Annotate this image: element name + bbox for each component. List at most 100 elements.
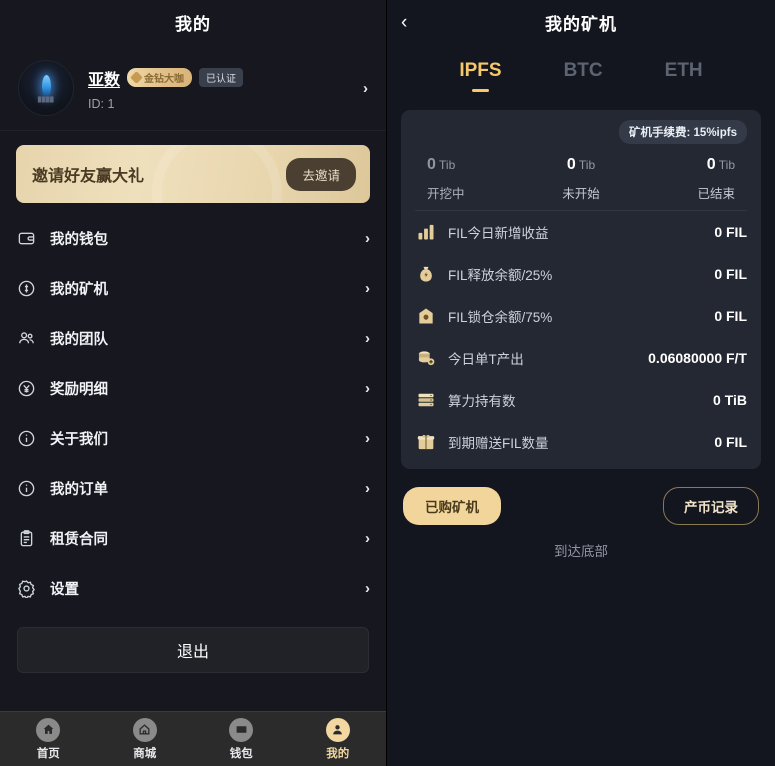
user-id: ID: 1: [88, 96, 115, 111]
profile-panel: 我的 ████ 亚数 金钻大咖 已认证 ID: 1 › 邀请好友赢大礼 去邀请 …: [0, 0, 387, 766]
miner-page-title: 我的矿机: [545, 14, 617, 34]
sidebar-item-label: 我的订单: [50, 481, 108, 498]
sidebar-item-label: 我的矿机: [50, 281, 108, 298]
stat-unit: Tib: [718, 158, 736, 172]
table-row: 到期赠送FIL数量 0 FIL: [415, 421, 747, 463]
row-label: 今日单T产出: [448, 352, 524, 367]
sidebar-item-label: 设置: [50, 581, 79, 598]
chevron-right-icon: ›: [363, 79, 368, 97]
sidebar-item-settings[interactable]: 设置 ›: [16, 563, 370, 613]
stat-value: 0 Tib: [530, 156, 633, 174]
row-label: FIL今日新增收益: [448, 226, 549, 241]
tab-eth[interactable]: ETH: [665, 60, 703, 92]
tabbar-item-label: 钱包: [229, 747, 253, 760]
sidebar-item-contract[interactable]: 租赁合同 ›: [16, 513, 370, 563]
logout-button[interactable]: 退出: [17, 627, 369, 673]
tab-btc[interactable]: BTC: [564, 60, 603, 92]
server-stack-icon: [415, 389, 437, 411]
coin-record-button[interactable]: 产币记录: [663, 487, 759, 525]
user-icon: [325, 717, 350, 742]
profile-name-line: 亚数 金钻大咖 已认证: [88, 66, 363, 90]
stat-number: 0: [566, 156, 576, 173]
tabbar-item-mine[interactable]: 我的: [290, 717, 387, 761]
row-value: 0 FIL: [714, 308, 747, 324]
chevron-right-icon: ›: [365, 429, 370, 447]
page-title: 我的: [175, 14, 211, 34]
stat-mining: 0 Tib 开挖中: [419, 156, 530, 202]
purchased-miners-button[interactable]: 已购矿机: [403, 487, 501, 525]
sidebar-item-reward[interactable]: 奖励明细 ›: [16, 363, 370, 413]
lock-vault-icon: [415, 305, 437, 327]
profile-info: 亚数 金钻大咖 已认证 ID: 1: [88, 66, 363, 111]
chevron-right-icon: ›: [365, 279, 370, 297]
row-label: FIL锁仓余额/75%: [448, 310, 553, 325]
tab-label: BTC: [563, 60, 603, 81]
stat-unit: Tib: [578, 158, 596, 172]
tab-underline: [575, 89, 592, 92]
fee-badge-wrap: 矿机手续费: 15%ipfs: [415, 120, 747, 144]
verified-badge: 已认证: [199, 68, 244, 87]
sidebar-item-label: 我的团队: [50, 331, 108, 348]
tab-label: IPFS: [459, 60, 502, 81]
table-row: 算力持有数 0 TiB: [415, 379, 747, 421]
tab-underline: [471, 89, 489, 92]
chevron-right-icon: ›: [365, 229, 370, 247]
fee-badge: 矿机手续费: 15%ipfs: [619, 120, 747, 144]
gift-box-icon: [415, 431, 437, 453]
sidebar-item-label: 租赁合同: [50, 531, 108, 548]
tab-underline: [675, 89, 692, 92]
row-value: 0.06080000 F/T: [648, 350, 747, 366]
table-row: FIL释放余额/25% 0 FIL: [415, 253, 747, 295]
sidebar-item-wallet[interactable]: 我的钱包 ›: [16, 213, 370, 263]
row-value: 0 TiB: [713, 392, 747, 408]
chevron-right-icon: ›: [365, 529, 370, 547]
chevron-right-icon: ›: [365, 579, 370, 597]
stat-label: 未开始: [562, 187, 600, 201]
stat-finished: 0 Tib 已结束: [632, 156, 743, 202]
tab-ipfs[interactable]: IPFS: [459, 60, 502, 92]
row-label: 到期赠送FIL数量: [448, 436, 549, 451]
sidebar-item-team[interactable]: 我的团队 ›: [16, 313, 370, 363]
money-bag-icon: [415, 263, 437, 285]
shop-icon: [132, 717, 157, 742]
info-icon: [16, 428, 37, 449]
avatar-glow: [41, 75, 51, 98]
tabbar-item-label: 商城: [133, 747, 157, 760]
miner-actions: 已购矿机 产币记录: [387, 469, 775, 525]
app-screen: 我的 ████ 亚数 金钻大咖 已认证 ID: 1 › 邀请好友赢大礼 去邀请 …: [0, 0, 775, 766]
chevron-right-icon: ›: [365, 379, 370, 397]
miner-detail-rows: FIL今日新增收益 0 FIL FIL释放余额/25% 0 FIL FIL锁仓余…: [415, 210, 747, 463]
contract-icon: [16, 528, 37, 549]
miner-header: ‹ 我的矿机: [387, 0, 775, 44]
coin-tabs: IPFS BTC ETH: [387, 44, 775, 98]
miner-icon: [16, 278, 37, 299]
row-value: 0 FIL: [714, 224, 747, 240]
sidebar-item-about[interactable]: 关于我们 ›: [16, 413, 370, 463]
tabbar-item-shop[interactable]: 商城: [97, 717, 194, 761]
invite-banner-text: 邀请好友赢大礼: [32, 168, 145, 185]
stat-not-started: 0 Tib 未开始: [530, 156, 633, 202]
bottom-tabbar: 首页 商城 钱包 我的: [0, 711, 386, 766]
invite-button[interactable]: 去邀请: [286, 157, 356, 191]
avatar-watermark: ████: [37, 97, 55, 103]
capacity-stats: 0 Tib 开挖中 0 Tib 未开始 0 Tib 已结束: [415, 144, 747, 210]
tabbar-item-wallet[interactable]: 钱包: [193, 717, 290, 761]
table-row: 今日单T产出 0.06080000 F/T: [415, 337, 747, 379]
miner-summary-card: 矿机手续费: 15%ipfs 0 Tib 开挖中 0 Tib 未开始 0 Tib…: [401, 110, 761, 469]
profile-row[interactable]: ████ 亚数 金钻大咖 已认证 ID: 1 ›: [0, 44, 386, 131]
sidebar-item-label: 我的钱包: [50, 231, 108, 248]
wallet-icon: [229, 717, 254, 742]
sidebar-item-orders[interactable]: 我的订单 ›: [16, 463, 370, 513]
row-label: 算力持有数: [448, 394, 516, 409]
avatar[interactable]: ████: [18, 60, 74, 116]
table-row: FIL锁仓余额/75% 0 FIL: [415, 295, 747, 337]
sidebar-item-miner[interactable]: 我的矿机 ›: [16, 263, 370, 313]
invite-banner[interactable]: 邀请好友赢大礼 去邀请: [16, 145, 370, 203]
miner-panel: ‹ 我的矿机 IPFS BTC ETH 矿机手续费: 15%ipfs 0 Tib…: [387, 0, 775, 766]
settings-menu: 我的钱包 › 我的矿机 › 我的团队 › 奖励明细 › 关于我们 › 我的订单 …: [0, 209, 386, 613]
sidebar-item-label: 奖励明细: [50, 381, 108, 398]
tabbar-item-label: 我的: [326, 747, 350, 760]
stat-label: 开挖中: [427, 187, 465, 201]
row-value: 0 FIL: [714, 434, 747, 450]
tabbar-item-home[interactable]: 首页: [0, 717, 97, 761]
